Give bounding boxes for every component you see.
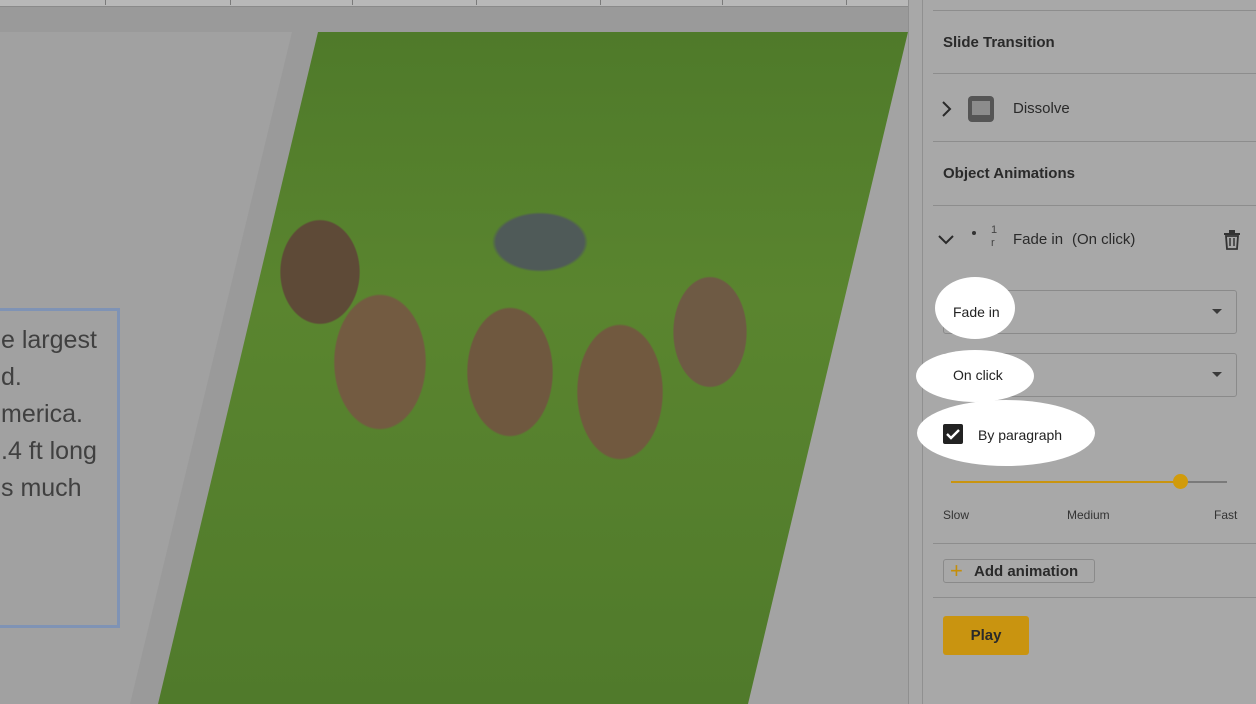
object-animations-title: Object Animations <box>943 165 1075 182</box>
animation-item-label: Fade in <box>1013 231 1064 248</box>
speed-label-medium: Medium <box>1067 508 1110 522</box>
divider <box>933 543 1256 544</box>
slide-text-line: e largest <box>1 326 97 354</box>
chevron-down-icon[interactable] <box>937 234 955 246</box>
animation-order-marker: 1 r <box>991 224 998 249</box>
drag-handle-icon[interactable] <box>971 230 977 236</box>
transition-row[interactable]: Dissolve <box>933 86 1253 132</box>
slide-text-line: merica. <box>1 400 83 428</box>
motion-panel: Slide Transition Dissolve Object Animati… <box>916 0 1256 704</box>
by-paragraph-checkbox[interactable] <box>943 424 963 444</box>
add-animation-button[interactable]: + Add animation <box>943 559 1095 583</box>
speed-label-fast: Fast <box>1214 508 1238 522</box>
slide-text-line: .4 ft long <box>1 437 97 465</box>
by-paragraph-label: By paragraph <box>978 427 1063 443</box>
slide-transition-title: Slide Transition <box>943 34 1055 51</box>
divider <box>933 597 1256 598</box>
animation-effect-value: Fade in <box>953 304 1000 320</box>
dropdown-arrow-icon <box>1212 309 1222 314</box>
chevron-right-icon[interactable] <box>941 100 953 118</box>
trash-icon[interactable] <box>1223 230 1241 250</box>
slide-text-line: d. <box>1 363 22 391</box>
divider <box>933 141 1256 142</box>
animation-item-trigger: (On click) <box>1072 231 1136 248</box>
speed-slider-fill <box>951 481 1181 483</box>
animation-item[interactable]: 1 r Fade in (On click) <box>933 220 1253 260</box>
transition-thumbnail-icon <box>968 96 994 122</box>
animation-start-value: On click <box>953 367 1003 383</box>
dropdown-arrow-icon <box>1212 372 1222 377</box>
speed-label-slow: Slow <box>943 508 970 522</box>
slide-text-line: s much <box>1 474 82 502</box>
slide[interactable]: e largest d. merica. .4 ft long s much <box>0 32 908 704</box>
horizontal-ruler <box>0 0 910 7</box>
checkmark-icon <box>946 429 960 440</box>
slide-canvas-area: e largest d. merica. .4 ft long s much <box>0 0 922 704</box>
canvas-scrollbar[interactable] <box>908 0 922 704</box>
play-button[interactable]: Play <box>943 616 1029 655</box>
transition-name: Dissolve <box>1013 100 1070 117</box>
divider <box>933 205 1256 206</box>
speed-slider-thumb[interactable] <box>1172 474 1188 489</box>
add-animation-label: Add animation <box>974 563 1079 580</box>
plus-icon: + <box>950 558 963 583</box>
divider <box>933 10 1256 11</box>
divider <box>933 73 1256 74</box>
slide-text-box[interactable]: e largest d. merica. .4 ft long s much <box>0 308 120 628</box>
